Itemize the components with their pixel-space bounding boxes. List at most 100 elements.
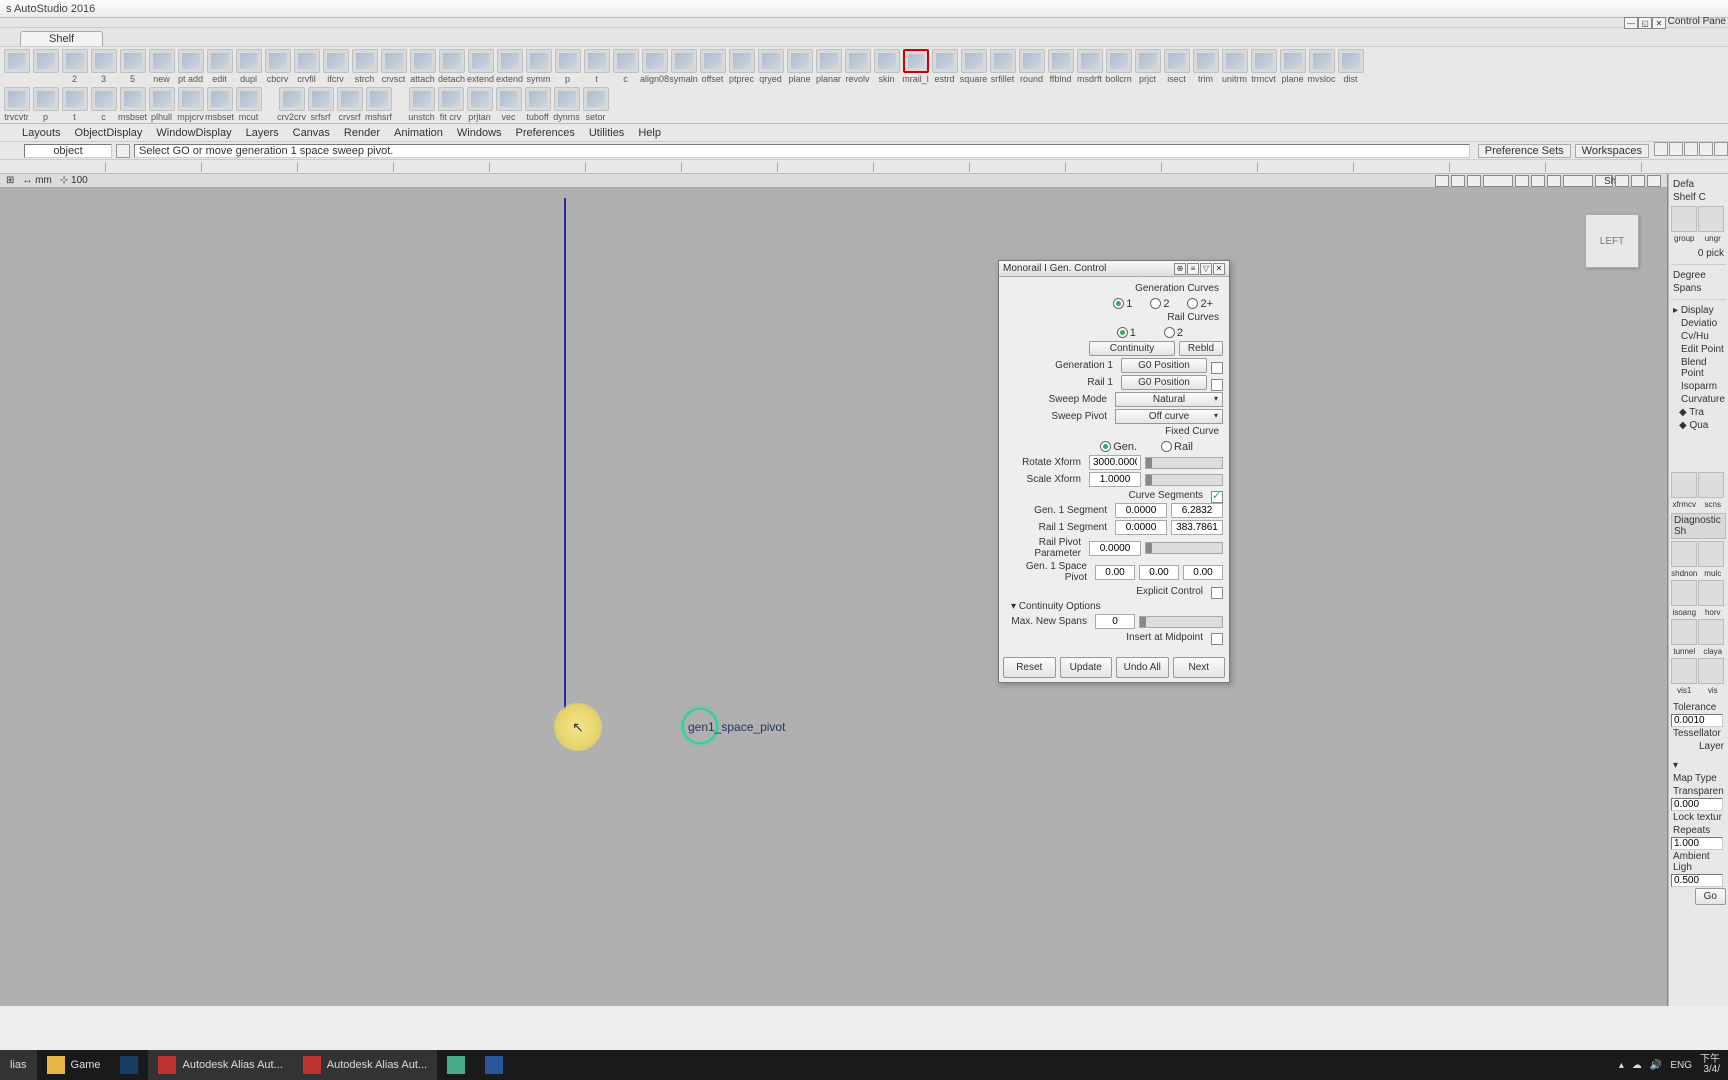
shelf-tool-tuboff[interactable]: tuboff: [523, 87, 552, 123]
close-icon[interactable]: ✕: [1652, 17, 1666, 29]
diag-icon[interactable]: [1671, 580, 1697, 606]
shelf-tool-crvsct[interactable]: crvsct: [379, 49, 408, 85]
diag-icon[interactable]: [1671, 658, 1697, 684]
rail1-seg-a-input[interactable]: [1115, 520, 1167, 535]
shelf-tool-round[interactable]: round: [1017, 49, 1046, 85]
shelf-tool-unstch[interactable]: unstch: [407, 87, 436, 123]
show-button[interactable]: Show: [1595, 175, 1613, 187]
shelf-tool-bollcrn[interactable]: bollcrn: [1104, 49, 1133, 85]
shelf-tool-cbcrv[interactable]: cbcrv: [263, 49, 292, 85]
hint-icon[interactable]: [116, 144, 130, 158]
taskbar-item[interactable]: [110, 1050, 148, 1080]
gen1-seg-a-input[interactable]: [1115, 503, 1167, 518]
explicit-check[interactable]: [1211, 587, 1223, 599]
gen1-check[interactable]: [1211, 362, 1223, 374]
menu-animation[interactable]: Animation: [394, 127, 443, 139]
shelf-tool-msbset[interactable]: msbset: [205, 87, 234, 123]
rotate-input[interactable]: [1089, 455, 1141, 470]
shelf-tool-edit[interactable]: edit: [205, 49, 234, 85]
curve-seg-check[interactable]: [1211, 491, 1223, 503]
undo-all-button[interactable]: Undo All: [1116, 657, 1169, 678]
scale-input[interactable]: [1089, 472, 1141, 487]
hint-icon-3[interactable]: [1684, 142, 1698, 156]
menu-windows[interactable]: Windows: [457, 127, 502, 139]
menu-objectdisplay[interactable]: ObjectDisplay: [75, 127, 143, 139]
shelf-tool-trvcvtr[interactable]: trvcvtr: [2, 87, 31, 123]
shelf-tool-pt add[interactable]: pt add: [176, 49, 205, 85]
qua-toggle[interactable]: ◆ Qua: [1671, 419, 1726, 432]
taskbar-item[interactable]: lias: [0, 1050, 37, 1080]
display-item[interactable]: Cv/Hu: [1671, 330, 1726, 343]
shelf-tool-extend[interactable]: extend: [495, 49, 524, 85]
vp-tool-icon[interactable]: [1451, 175, 1465, 187]
diag-icon[interactable]: [1698, 541, 1724, 567]
rail1-seg-b-input[interactable]: [1171, 520, 1223, 535]
minimize-icon[interactable]: —: [1624, 17, 1638, 29]
shelf-tool-trim[interactable]: trim: [1191, 49, 1220, 85]
next-button[interactable]: Next: [1173, 657, 1226, 678]
menu-layouts[interactable]: Layouts: [22, 127, 61, 139]
sweep-mode-select[interactable]: Natural: [1115, 392, 1223, 407]
shelf-tool-isect[interactable]: isect: [1162, 49, 1191, 85]
gen-curves-2-radio[interactable]: 2: [1150, 296, 1169, 310]
rotate-slider[interactable]: [1145, 457, 1223, 469]
max-spans-slider[interactable]: [1139, 616, 1223, 628]
shelf-tool-extend[interactable]: extend: [466, 49, 495, 85]
shelf-tool-mcut[interactable]: mcut: [234, 87, 263, 123]
max-spans-input[interactable]: [1095, 614, 1135, 629]
ungroup-icon[interactable]: [1698, 206, 1724, 232]
menu-utilities[interactable]: Utilities: [589, 127, 624, 139]
diag-icon[interactable]: [1698, 658, 1724, 684]
shelf-tool-estrd[interactable]: estrd: [930, 49, 959, 85]
continuity-button[interactable]: Continuity: [1089, 341, 1175, 356]
update-button[interactable]: Update: [1060, 657, 1113, 678]
gen1-seg-b-input[interactable]: [1171, 503, 1223, 518]
diag-icon[interactable]: [1698, 619, 1724, 645]
sp-x-input[interactable]: [1095, 565, 1135, 580]
ambient-input[interactable]: [1671, 874, 1723, 887]
workspaces-button[interactable]: Workspaces: [1575, 144, 1649, 158]
taskbar-item[interactable]: Autodesk Alias Aut...: [293, 1050, 437, 1080]
shelf-tool-c[interactable]: c: [89, 87, 118, 123]
shelf-tool-vec[interactable]: vec: [494, 87, 523, 123]
rail-pivot-input[interactable]: [1089, 541, 1141, 556]
shelf-tool-crv2crv[interactable]: crv2crv: [277, 87, 306, 123]
repeats-input[interactable]: [1671, 837, 1723, 850]
shelf-tool-plane[interactable]: plane: [785, 49, 814, 85]
taskbar-item[interactable]: [475, 1050, 513, 1080]
diag-icon[interactable]: [1698, 472, 1724, 498]
hint-icon-4[interactable]: [1699, 142, 1713, 156]
shelf-tool-symaln[interactable]: symaln: [669, 49, 698, 85]
rail1-check[interactable]: [1211, 379, 1223, 391]
shelf-tool-p[interactable]: p: [553, 49, 582, 85]
display-item[interactable]: Isoparm: [1671, 380, 1726, 393]
shelf-tool-square[interactable]: square: [959, 49, 988, 85]
shelf-tool-ifcrv[interactable]: ifcrv: [321, 49, 350, 85]
shelf-tool-srfsrf[interactable]: srfsrf: [306, 87, 335, 123]
shelf-tool-skin[interactable]: skin: [872, 49, 901, 85]
rail-curves-2-radio[interactable]: 2: [1164, 325, 1183, 339]
shelf-tool-qryed[interactable]: qryed: [756, 49, 785, 85]
transparency-input[interactable]: [1671, 798, 1723, 811]
diag-icon[interactable]: [1698, 580, 1724, 606]
hint-icon-1[interactable]: [1654, 142, 1668, 156]
vp-tool-icon[interactable]: [1467, 175, 1481, 187]
diag-icon[interactable]: [1671, 472, 1697, 498]
vp-tool-icon[interactable]: [1647, 175, 1661, 187]
tray-icon[interactable]: ☁: [1632, 1060, 1642, 1071]
pick-mode[interactable]: object: [24, 144, 112, 158]
menu-help[interactable]: Help: [638, 127, 661, 139]
vp-tool-icon[interactable]: [1515, 175, 1529, 187]
view-cube[interactable]: LEFT: [1585, 214, 1639, 268]
shelf-tool-planar[interactable]: planar: [814, 49, 843, 85]
shelf-tool-5[interactable]: 5: [118, 49, 147, 85]
dialog-titlebar[interactable]: Monorail I Gen. Control ⊕ ≡ ▽ ✕: [999, 261, 1229, 277]
sweep-pivot-select[interactable]: Off curve: [1115, 409, 1223, 424]
diag-icon[interactable]: [1671, 619, 1697, 645]
shelf-tool-mpjcrv[interactable]: mpjcrv: [176, 87, 205, 123]
shelf-tool-crvfil[interactable]: crvfil: [292, 49, 321, 85]
shelf-tool-plhull[interactable]: plhull: [147, 87, 176, 123]
preference-sets-button[interactable]: Preference Sets: [1478, 144, 1571, 158]
vp-tool-icon[interactable]: [1531, 175, 1545, 187]
insert-mid-check[interactable]: [1211, 633, 1223, 645]
